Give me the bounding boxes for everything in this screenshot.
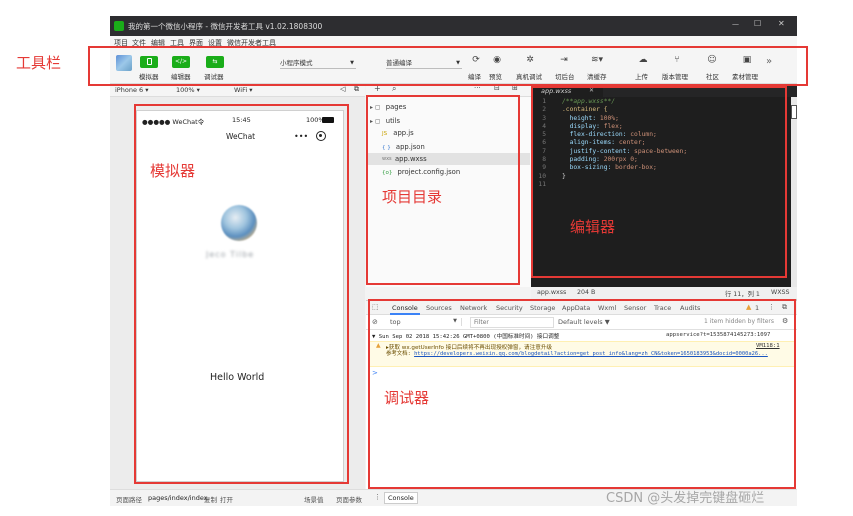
debugger-highlight: [368, 299, 796, 489]
app-logo-icon: [114, 21, 124, 31]
drawer-console-tab[interactable]: Console: [384, 492, 418, 504]
copy-path-button[interactable]: 复制: [204, 494, 217, 504]
toolbar-highlight: [88, 46, 808, 86]
volume-icon[interactable]: ◁: [340, 85, 345, 93]
window-title: 我的第一个微信小程序 - 微信开发者工具 v1.02.1808300: [128, 22, 323, 31]
status-cursor-position: 行 11，列 1: [725, 291, 760, 298]
title-bar: 我的第一个微信小程序 - 微信开发者工具 v1.02.1808300 — ☐ ✕: [110, 16, 797, 36]
device-select-value: iPhone 6: [115, 86, 144, 94]
page-params-button[interactable]: 页面参数: [336, 494, 362, 504]
drawer-menu-icon[interactable]: ⋮: [374, 493, 381, 501]
detach-icon[interactable]: ⧉: [354, 85, 359, 94]
minimap-strip: [791, 97, 797, 287]
zoom-select-value: 100%: [176, 86, 195, 94]
minimize-button[interactable]: —: [732, 20, 739, 28]
open-path-button[interactable]: 打开: [220, 494, 233, 504]
network-select[interactable]: WiFi ▾: [234, 86, 253, 94]
page-path-label: 页面路径: [116, 496, 142, 504]
close-button[interactable]: ✕: [778, 19, 785, 28]
zoom-select[interactable]: 100% ▾: [176, 86, 200, 94]
scene-button[interactable]: 场景值: [304, 494, 324, 504]
page-path: pages/index/index: [148, 494, 208, 502]
maximize-button[interactable]: ☐: [754, 19, 761, 28]
status-filesize: 204 B: [577, 289, 596, 296]
watermark: CSDN @头发掉完键盘砸烂: [606, 491, 765, 506]
editor-statusbar: app.wxss 204 B 行 11，列 1 WXSS: [531, 287, 797, 299]
debugger-annotation: 调试器: [384, 389, 430, 407]
simulator-annotation: 模拟器: [150, 162, 196, 180]
device-select[interactable]: iPhone 6 ▾: [115, 86, 149, 94]
project-annotation: 项目目录: [382, 188, 443, 206]
network-select-value: WiFi: [234, 86, 248, 94]
editor-annotation: 编辑器: [570, 218, 616, 236]
side-scroll-tab[interactable]: [791, 105, 797, 119]
toolbar-annotation: 工具栏: [16, 54, 62, 72]
status-language: WXSS: [771, 289, 790, 296]
status-filename: app.wxss: [537, 289, 567, 296]
editor-highlight: [531, 86, 787, 278]
